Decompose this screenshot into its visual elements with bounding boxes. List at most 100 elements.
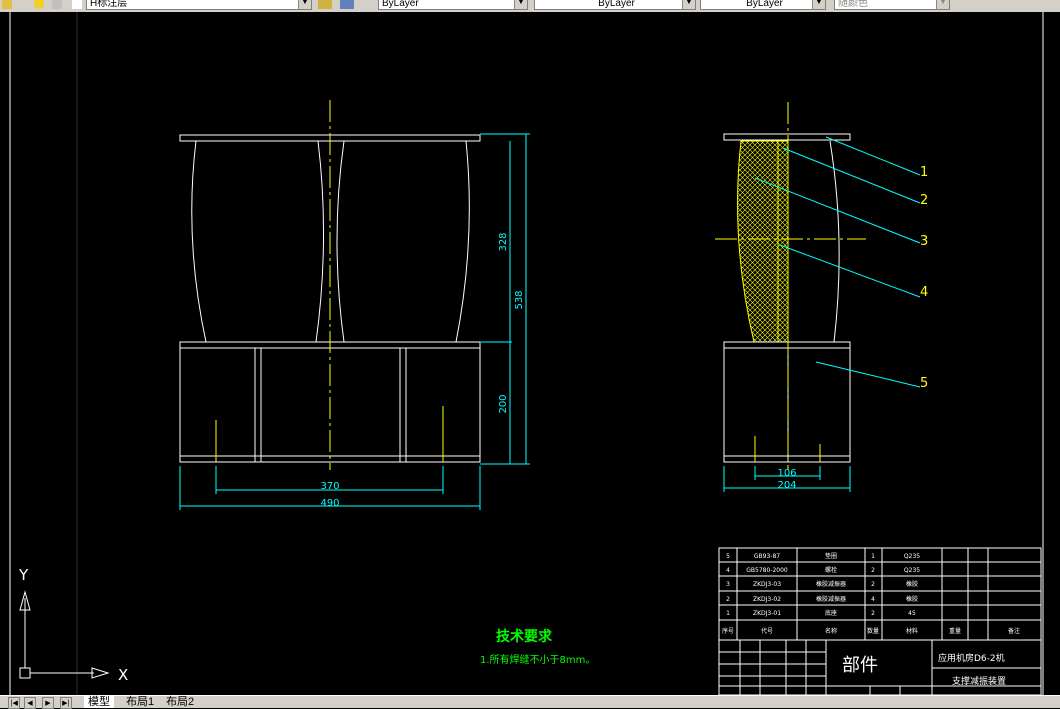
bom-material: 橡胶 bbox=[906, 580, 918, 588]
ucs-x-label: X bbox=[118, 666, 128, 684]
dim-text: 204 bbox=[777, 480, 796, 491]
balloon-5: 5 bbox=[920, 376, 928, 391]
side-dim-text: 106 204 bbox=[777, 468, 796, 491]
ucs-y-label: Y bbox=[18, 566, 29, 584]
dim-text: 106 bbox=[777, 468, 796, 479]
front-dimensions bbox=[179, 133, 530, 510]
bom-header: 序号 代号 名称 数量 材料 重量 备注 bbox=[722, 627, 1020, 635]
linetype-dropdown[interactable]: ByLayer ▼ bbox=[534, 0, 696, 10]
next-tab-button[interactable]: ▶ bbox=[42, 697, 54, 709]
tab-layout2[interactable]: 布局2 bbox=[162, 696, 198, 708]
balloon-numbers: 1 2 3 4 5 bbox=[920, 165, 928, 391]
side-view bbox=[723, 133, 851, 463]
bom-row: 4 GB5780-2000 螺栓 2 Q235 bbox=[726, 566, 920, 574]
balloon-3: 3 bbox=[920, 234, 928, 249]
leader-4 bbox=[779, 244, 921, 298]
rubber-outline bbox=[315, 140, 325, 343]
bom-row: 3 ZKDJ3-03 橡胶减振器 2 橡胶 bbox=[726, 580, 918, 588]
drawing-canvas[interactable]: 328 538 200 370 490 1 2 3 4 5 106 204 技术… bbox=[0, 12, 1060, 695]
bom-qty: 4 bbox=[871, 596, 875, 603]
bottom-plate bbox=[723, 455, 851, 463]
lock-icon[interactable] bbox=[52, 0, 62, 9]
layer-dropdown-value: H标注层 bbox=[90, 0, 128, 9]
bom-row: 5 GB93-87 垫圈 1 Q235 bbox=[726, 552, 920, 560]
tech-requirements-line: 1.所有焊缝不小于8mm。 bbox=[480, 653, 595, 666]
bom-material: 45 bbox=[908, 610, 916, 617]
rubber-outline bbox=[191, 140, 207, 343]
tech-requirements-title: 技术要求 bbox=[496, 628, 553, 645]
bom-name: 橡胶减振器 bbox=[816, 580, 846, 588]
dim-text: 538 bbox=[514, 290, 525, 309]
plot-style-dropdown-value: 随颜色 bbox=[838, 0, 868, 9]
leader-5 bbox=[815, 361, 921, 388]
lineweight-dropdown-value: ByLayer bbox=[746, 0, 783, 9]
middle-plate bbox=[723, 341, 851, 349]
front-dim-text: 328 538 200 370 490 bbox=[320, 232, 525, 509]
layer-icon[interactable] bbox=[2, 0, 12, 9]
bom-no: 3 bbox=[726, 581, 730, 588]
lineweight-dropdown[interactable]: ByLayer ▼ bbox=[700, 0, 826, 10]
bom-name: 底座 bbox=[825, 609, 837, 617]
dim-text: 490 bbox=[320, 498, 339, 509]
bom-no: 5 bbox=[726, 553, 730, 560]
make-current-icon[interactable] bbox=[318, 0, 332, 9]
dim-text: 200 bbox=[498, 394, 509, 413]
chevron-down-icon[interactable]: ▼ bbox=[298, 0, 311, 9]
bom-material: Q235 bbox=[904, 553, 920, 560]
rubber-outline bbox=[336, 140, 345, 343]
bom-header-cell: 代号 bbox=[761, 627, 773, 635]
bom-qty: 2 bbox=[871, 567, 875, 574]
bom-qty: 1 bbox=[871, 553, 875, 560]
color-dropdown[interactable]: ByLayer ▼ bbox=[378, 0, 528, 10]
balloon-4: 4 bbox=[920, 285, 928, 300]
bom-material: 橡胶 bbox=[906, 595, 918, 603]
tab-model[interactable]: 模型 bbox=[84, 696, 114, 708]
bom-code: GB5780-2000 bbox=[746, 567, 788, 574]
bom-name: 垫圈 bbox=[825, 552, 837, 560]
linetype-dropdown-value: ByLayer bbox=[598, 0, 635, 9]
bom-header-cell: 材料 bbox=[906, 627, 918, 635]
layer-previous-icon[interactable] bbox=[340, 0, 354, 9]
rubber-outline bbox=[455, 140, 470, 343]
bom-header-cell: 备注 bbox=[1008, 627, 1020, 635]
drawing-title: 支撑减振装置 bbox=[952, 675, 1006, 687]
bom-header-cell: 数量 bbox=[867, 627, 879, 635]
rubber-section bbox=[737, 140, 779, 343]
machine-name: 应用机房D6-2机 bbox=[938, 652, 1005, 664]
freeze-icon[interactable] bbox=[34, 0, 44, 9]
bom-name: 橡胶减振器 bbox=[816, 595, 846, 603]
side-center-lines bbox=[715, 102, 866, 470]
color-dropdown-value: ByLayer bbox=[382, 0, 419, 9]
bom-no: 2 bbox=[726, 596, 730, 603]
first-tab-button[interactable]: |◀ bbox=[8, 697, 20, 709]
base-frame bbox=[723, 347, 851, 463]
ucs-icon bbox=[19, 590, 110, 679]
last-tab-button[interactable]: ▶| bbox=[60, 697, 72, 709]
leader-1 bbox=[825, 136, 921, 176]
dim-text: 328 bbox=[498, 232, 509, 251]
rubber-section bbox=[777, 140, 789, 343]
color-swatch-icon[interactable] bbox=[72, 0, 82, 9]
center-lines bbox=[215, 100, 444, 470]
chevron-down-icon[interactable]: ▼ bbox=[936, 0, 949, 9]
layer-dropdown[interactable]: H标注层 ▼ bbox=[86, 0, 312, 10]
chevron-down-icon[interactable]: ▼ bbox=[812, 0, 825, 9]
part-label: 部件 bbox=[842, 655, 878, 676]
layout-tab-bar: |◀ ◀ ▶ ▶| 模型 布局1 布局2 bbox=[0, 695, 1060, 709]
bom-qty: 2 bbox=[871, 581, 875, 588]
bom-material: Q235 bbox=[904, 567, 920, 574]
leader-2 bbox=[782, 147, 921, 204]
bom-name: 螺栓 bbox=[825, 566, 837, 574]
prev-tab-button[interactable]: ◀ bbox=[24, 697, 36, 709]
bom-row: 2 ZKDJ3-02 橡胶减振器 4 橡胶 bbox=[726, 595, 918, 603]
chevron-down-icon[interactable]: ▼ bbox=[514, 0, 527, 9]
tab-layout1[interactable]: 布局1 bbox=[122, 696, 158, 708]
bom-header-cell: 序号 bbox=[722, 627, 734, 635]
bom-code: ZKDJ3-03 bbox=[753, 581, 781, 588]
rubber-outline bbox=[829, 140, 840, 343]
balloon-2: 2 bbox=[920, 193, 928, 208]
dim-text: 370 bbox=[320, 481, 339, 492]
bom-code: ZKDJ3-01 bbox=[753, 610, 781, 617]
plot-style-dropdown[interactable]: 随颜色 ▼ bbox=[834, 0, 950, 10]
chevron-down-icon[interactable]: ▼ bbox=[682, 0, 695, 9]
